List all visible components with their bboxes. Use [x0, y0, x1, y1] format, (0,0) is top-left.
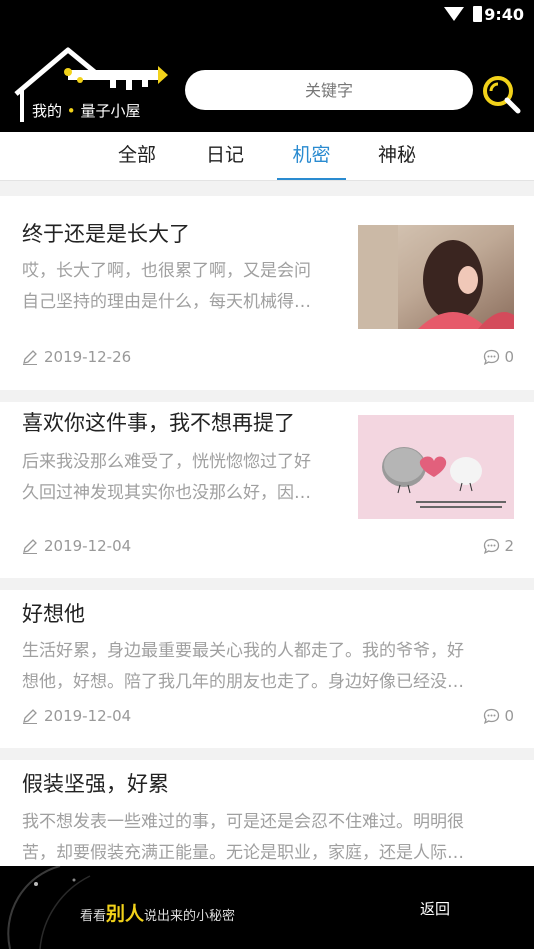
post-excerpt-line: 生活好累，身边最重要最关心我的人都走了。我的爷爷，好 [22, 641, 464, 661]
comment-icon [484, 349, 500, 366]
post-excerpt: 生活好累，身边最重要最关心我的人都走了。我的爷爷，好 想他，好想。陪了我几年的朋… [22, 636, 516, 698]
logo-text-a: 我的 [32, 102, 63, 120]
tab-diary[interactable]: 日记 [194, 132, 256, 180]
back-button[interactable]: 返回 [420, 898, 450, 919]
bottom-bar: 看看别人说出来的小秘密 返回 [0, 866, 534, 949]
post-date-text: 2019-12-26 [44, 348, 132, 366]
post-date: 2019-12-04 [22, 707, 131, 725]
search-input[interactable] [185, 70, 473, 110]
app-header: 我的 • 量子小屋 [0, 30, 534, 132]
logo-text-b: 量子小屋 [80, 102, 141, 120]
post-excerpt-line: 久回过神发现其实你也没那么好，因… [22, 483, 311, 503]
post-excerpt: 哎，长大了啊，也很累了啊，又是会问 自己坚持的理由是什么，每天机械得… [22, 256, 352, 318]
post-thumbnail-stones [358, 415, 514, 519]
post-excerpt: 后来我没那么难受了，恍恍惚惚过了好 久回过神发现其实你也没那么好，因… [22, 447, 352, 509]
footer-slogan-highlight: 别人 [106, 903, 145, 925]
battery-icon [473, 6, 482, 22]
post-excerpt: 我不想发表一些难过的事，可是还是会忍不住难过。明明很 苦，却要假装充满正能量。无… [22, 807, 516, 869]
footer-slogan-post: 说出来的小秘密 [144, 909, 236, 924]
comment-icon [484, 708, 500, 725]
post-comment-count: 2 [504, 537, 514, 555]
post-date: 2019-12-26 [22, 348, 131, 366]
post-card[interactable]: 好想他 生活好累，身边最重要最关心我的人都走了。我的爷爷，好 想他，好想。陪了我… [0, 590, 534, 748]
tab-secret[interactable]: 机密 [277, 132, 346, 180]
tab-all[interactable]: 全部 [106, 132, 168, 180]
post-excerpt-line: 后来我没那么难受了，恍恍惚惚过了好 [22, 452, 311, 472]
post-comments[interactable]: 0 [483, 707, 514, 725]
status-bar: 9:40 [0, 0, 534, 30]
pencil-icon [23, 709, 37, 724]
post-title: 终于还是是长大了 [22, 222, 190, 246]
post-title: 喜欢你这件事，我不想再提了 [22, 411, 295, 435]
status-time: 9:40 [484, 5, 524, 24]
post-card[interactable]: 假装坚强，好累 我不想发表一些难过的事，可是还是会忍不住难过。明明很 苦，却要假… [0, 760, 534, 866]
post-date-text: 2019-12-04 [44, 537, 132, 555]
post-comment-count: 0 [504, 707, 514, 725]
post-card[interactable]: 终于还是是长大了 哎，长大了啊，也很累了啊，又是会问 自己坚持的理由是什么，每天… [0, 196, 534, 390]
post-excerpt-line: 我不想发表一些难过的事，可是还是会忍不住难过。明明很 [22, 812, 464, 832]
pencil-icon [23, 539, 37, 554]
post-excerpt-line: 哎，长大了啊，也很累了啊，又是会问 [22, 261, 311, 281]
post-date-text: 2019-12-04 [44, 707, 132, 725]
post-title: 假装坚强，好累 [22, 772, 169, 796]
post-comments[interactable]: 2 [483, 537, 514, 555]
search-icon[interactable] [481, 74, 521, 114]
tab-mystery[interactable]: 神秘 [366, 132, 428, 180]
post-title: 好想他 [22, 602, 85, 626]
logo-dot: • [66, 102, 76, 120]
footer-slogan: 看看别人说出来的小秘密 [80, 899, 235, 926]
post-card[interactable]: 喜欢你这件事，我不想再提了 后来我没那么难受了，恍恍惚惚过了好 久回过神发现其实… [0, 402, 534, 578]
post-comment-count: 0 [504, 348, 514, 366]
post-thumbnail-girl [358, 225, 514, 329]
comment-icon [484, 538, 500, 555]
post-comments[interactable]: 0 [483, 348, 514, 366]
pencil-icon [23, 350, 37, 365]
footer-slogan-pre: 看看 [80, 909, 107, 924]
post-date: 2019-12-04 [22, 537, 131, 555]
category-tabs: 全部 日记 机密 神秘 [0, 132, 534, 181]
post-excerpt-line: 想他，好想。陪了我几年的朋友也走了。身边好像已经没… [22, 672, 464, 692]
post-excerpt-line: 苦，却要假装充满正能量。无论是职业，家庭，还是人际… [22, 843, 464, 863]
wifi-icon [444, 7, 464, 21]
logo-text: 我的 • 量子小屋 [32, 100, 140, 121]
post-excerpt-line: 自己坚持的理由是什么，每天机械得… [22, 292, 311, 312]
